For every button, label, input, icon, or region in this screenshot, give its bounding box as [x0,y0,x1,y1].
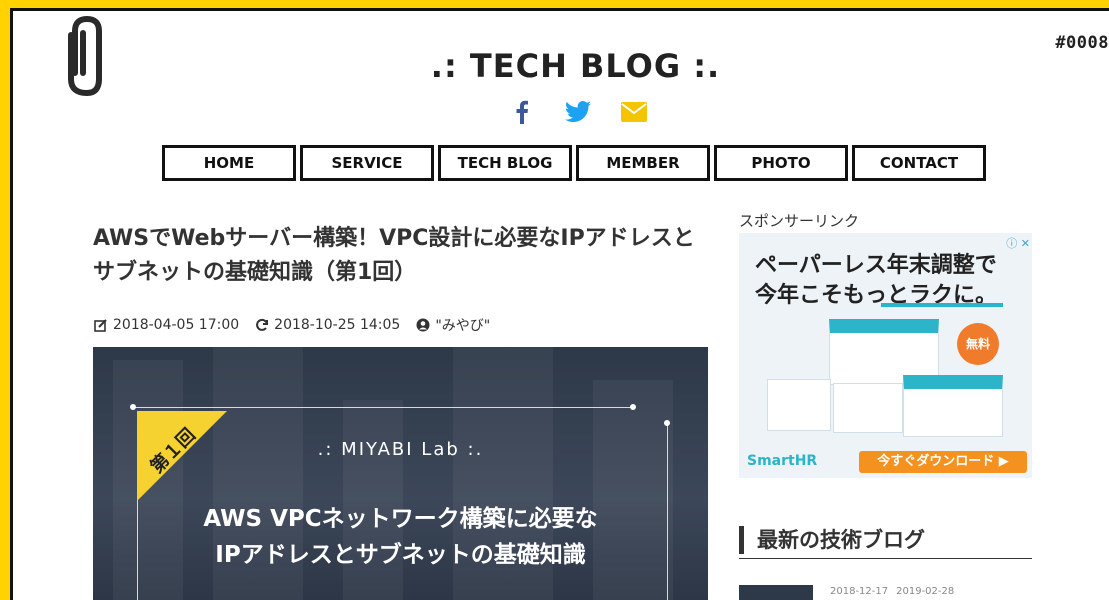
refresh-icon [256,318,269,331]
updated-date: 2018-10-25 14:05 [255,317,400,333]
edit-icon [94,319,107,332]
ad-logo: SmartHR [747,453,818,469]
twitter-icon[interactable] [565,99,591,125]
ad-headline-1: ペーパーレス年末調整で [755,253,997,278]
latest-posted: 2018-12-17 [830,586,889,597]
main-nav: HOME SERVICE TECH BLOG MEMBER PHOTO CONT… [162,145,986,181]
author-name[interactable]: "みやび" [435,315,490,335]
eyecatch-heading-1: AWS VPCネットワーク構築に必要な [203,506,598,532]
eyecatch-image: 第１回 .: MIYABI Lab :. AWS VPCネットワーク構築に必要な… [93,347,708,600]
latest-updated: 2019-02-28 [896,586,955,597]
sidebar-ad[interactable]: ⓘ ✕ ペーパーレス年末調整で 今年こそもっとラクに。 無料 SmartHR 今… [739,233,1032,478]
author: "みやび" [416,315,490,335]
ad-card [903,375,1003,437]
posted-date: 2018-04-05 17:00 [94,317,239,333]
updated-date-text: 2018-10-25 14:05 [274,317,401,333]
nav-photo[interactable]: PHOTO [714,145,848,181]
eyecatch-lab: .: MIYABI Lab :. [317,439,484,460]
ad-card [833,383,903,433]
user-icon [416,318,430,332]
latest-post-thumbnail[interactable] [739,585,813,600]
article-title: AWSでWebサーバー構築！VPC設計に必要なIPアドレスとサブネットの基礎知識… [93,226,695,285]
nav-member[interactable]: MEMBER [576,145,710,181]
latest-post-meta: 2018-12-17 2019-02-28 [830,586,954,597]
facebook-icon[interactable] [509,99,535,125]
site-title[interactable]: .: TECH BLOG :. [13,47,1109,85]
ad-info-icon[interactable]: ⓘ ✕ [1006,235,1030,251]
ad-free-badge: 無料 [957,323,999,365]
sponsor-label: スポンサーリンク [739,212,860,230]
mail-icon[interactable] [621,99,647,125]
nav-tech-blog[interactable]: TECH BLOG [438,145,572,181]
social-links [509,99,647,125]
posted-date-text: 2018-04-05 17:00 [113,317,240,333]
nav-service[interactable]: SERVICE [300,145,434,181]
ad-download-button[interactable]: 今すぐダウンロード ▶ [859,451,1027,473]
latest-posts-heading: 最新の技術ブログ [739,526,1032,554]
nav-contact[interactable]: CONTACT [852,145,986,181]
article-meta: 2018-04-05 17:00 2018-10-25 14:05 "みやび" [94,315,490,335]
nav-home[interactable]: HOME [162,145,296,181]
ad-card [767,379,831,431]
eyecatch-heading-2: IPアドレスとサブネットの基礎知識 [215,542,586,568]
